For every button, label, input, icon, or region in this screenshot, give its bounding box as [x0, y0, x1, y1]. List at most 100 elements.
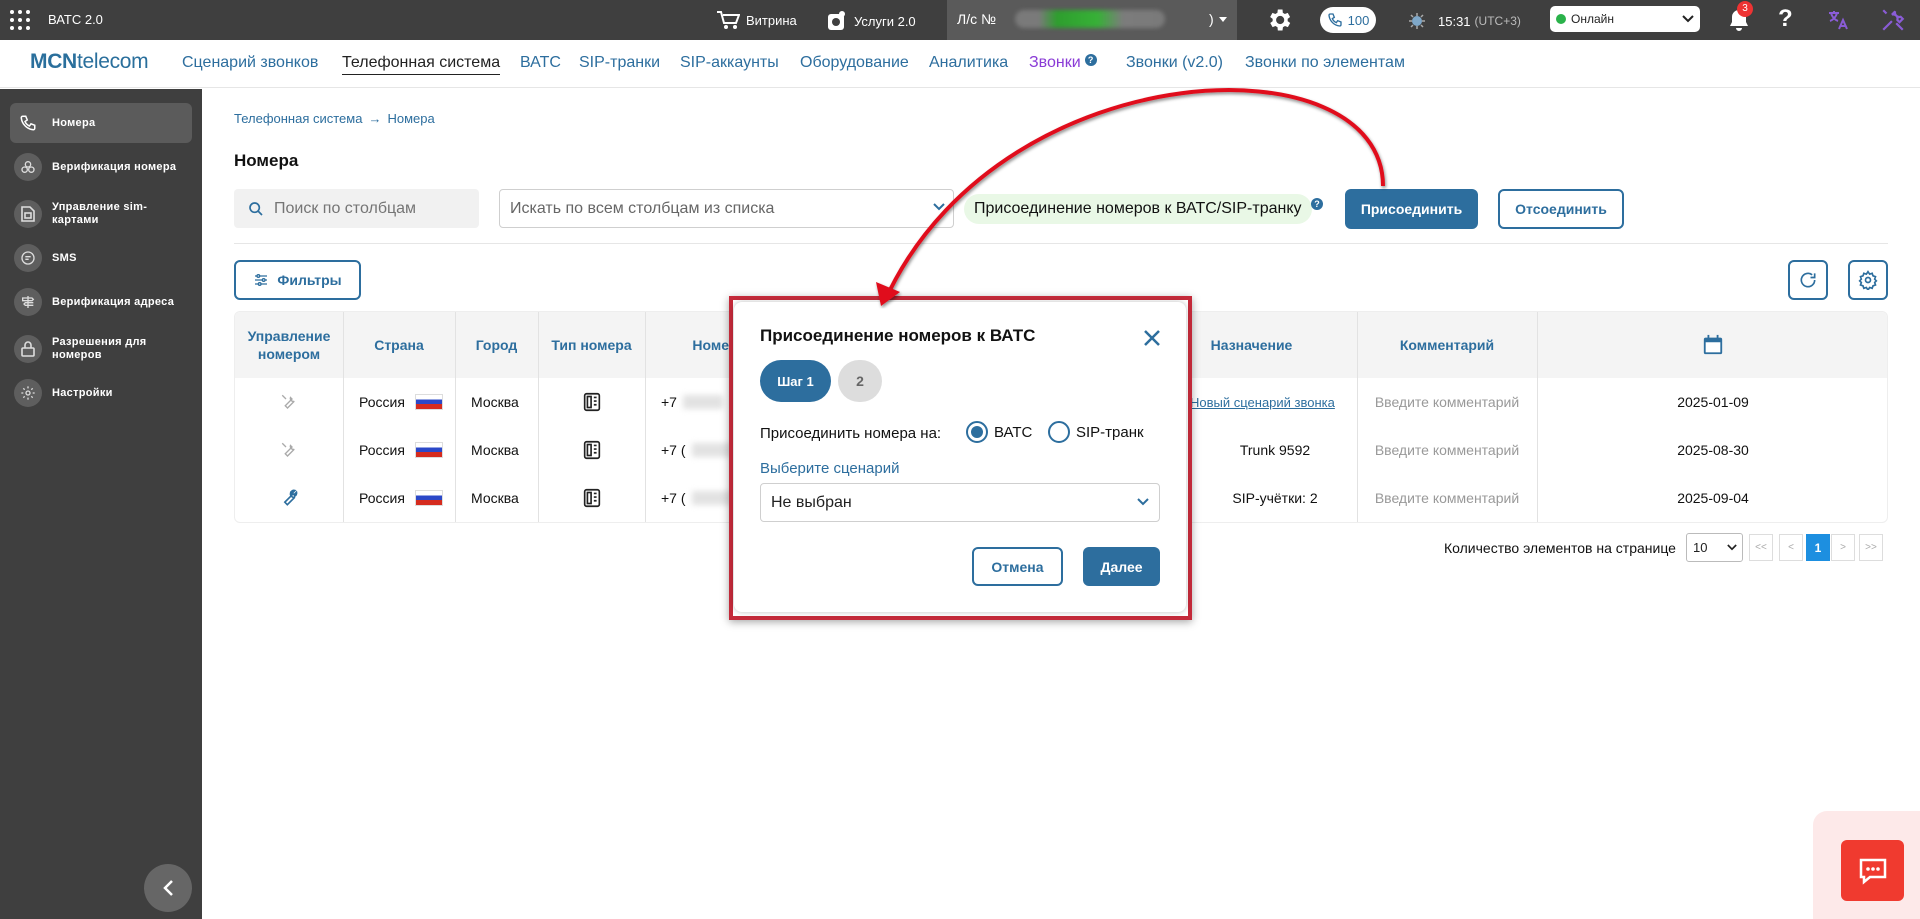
wrench-disabled-icon[interactable] — [235, 426, 343, 474]
services-icon — [826, 10, 848, 32]
city-cell: Москва — [471, 394, 519, 410]
filters-button[interactable]: Фильтры — [234, 260, 361, 300]
gear-icon — [14, 379, 42, 407]
number-cell: +7 ( — [661, 474, 732, 522]
current-page-button[interactable]: 1 — [1806, 534, 1830, 561]
sidebar-item-numbers[interactable]: Номера — [10, 103, 192, 143]
russia-flag-icon — [414, 442, 443, 458]
sidebar-item-label: Верификация номера — [52, 161, 177, 173]
join-button[interactable]: Присоединить — [1345, 189, 1478, 229]
number-cell: +7 ( — [661, 426, 732, 474]
search-icon — [248, 201, 264, 217]
chat-button[interactable] — [1841, 840, 1904, 901]
current-time: 15:31 — [1438, 13, 1471, 29]
close-icon[interactable] — [1140, 326, 1164, 350]
nav-sip-accounts[interactable]: SIP-аккаунты — [680, 54, 779, 72]
column-search-input[interactable] — [274, 199, 464, 218]
chevron-down-icon — [1682, 15, 1694, 23]
nav-equipment[interactable]: Оборудование — [800, 54, 909, 72]
prev-page-button[interactable]: < — [1779, 534, 1803, 561]
translate-icon[interactable] — [1826, 8, 1850, 32]
nav-calls[interactable]: Звонки? — [1029, 54, 1097, 72]
message-icon — [14, 244, 42, 272]
services-link[interactable]: Услуги 2.0 — [826, 10, 916, 32]
col-number-type[interactable]: Тип номера — [538, 312, 645, 378]
scenario-label: Выберите сценарий — [760, 460, 900, 477]
col-comment[interactable]: Комментарий — [1357, 312, 1537, 378]
active-calls-counter[interactable]: 100 — [1320, 7, 1376, 33]
page-size-value: 10 — [1693, 540, 1708, 555]
sidebar-item-number-verification[interactable]: Верификация номера — [10, 147, 192, 187]
sim-card-icon — [14, 200, 42, 228]
breadcrumb-phone-system[interactable]: Телефонная система — [234, 111, 362, 126]
radio-vats-label: ВАТС — [994, 423, 1033, 441]
mcn-logo[interactable]: MCNtelecom — [30, 50, 149, 74]
nav-phone-system[interactable]: Телефонная система — [342, 54, 501, 75]
table-settings-button[interactable] — [1848, 260, 1888, 300]
refresh-button[interactable] — [1788, 260, 1828, 300]
col-number-management[interactable]: Управление номером — [235, 312, 343, 378]
russia-flag-icon — [414, 394, 443, 410]
collapse-sidebar-button[interactable] — [144, 864, 192, 912]
notifications-badge: 3 — [1737, 1, 1753, 17]
clock: 15:31 (UTC+3) — [1408, 12, 1521, 30]
apps-grid-icon[interactable] — [8, 8, 32, 32]
breadcrumb-numbers[interactable]: Номера — [387, 111, 434, 126]
status-select[interactable]: Онлайн — [1550, 6, 1700, 32]
status-value: Онлайн — [1571, 12, 1614, 26]
sidebar-item-label: Верификация адреса — [52, 296, 175, 308]
search-all-placeholder: Искать по всем столбцам из списка — [510, 199, 775, 217]
page-size-select[interactable]: 10 — [1686, 533, 1743, 562]
account-selector[interactable]: Л/с № ) — [947, 0, 1237, 40]
nav-vats[interactable]: ВАТС — [520, 54, 561, 72]
nav-analytics[interactable]: Аналитика — [929, 54, 1008, 72]
top-bar: ВАТС 2.0 Витрина Услуги 2.0 Л/с № ) 100 … — [0, 0, 1920, 40]
col-city[interactable]: Город — [455, 312, 538, 378]
showcase-link[interactable]: Витрина — [716, 10, 797, 30]
lock-icon — [14, 335, 42, 363]
radio-vats[interactable]: ВАТС — [966, 421, 1032, 443]
chevron-down-icon — [933, 203, 945, 211]
country-cell: Россия — [359, 426, 443, 474]
search-all-columns-select[interactable]: Искать по всем столбцам из списка — [499, 189, 954, 228]
settings-gear-icon[interactable] — [1265, 6, 1293, 34]
sidebar-item-sms[interactable]: SMS — [10, 238, 192, 278]
next-button[interactable]: Далее — [1083, 547, 1160, 586]
help-icon[interactable]: ? — [1778, 5, 1793, 33]
comment-input[interactable]: Введите комментарий — [1357, 378, 1537, 426]
wrench-icon[interactable] — [235, 474, 343, 522]
nav-calls-v2[interactable]: Звонки (v2.0) — [1126, 54, 1223, 72]
detach-button[interactable]: Отсоединить — [1498, 189, 1624, 229]
wrench-disabled-icon[interactable] — [235, 378, 343, 426]
nav-call-scenario[interactable]: Сценарий звонков — [182, 54, 318, 72]
city-cell: Москва — [471, 490, 519, 506]
account-label: Л/с № — [957, 11, 996, 27]
help-question-icon[interactable]: ? — [1311, 198, 1323, 216]
timezone-globe-icon — [1408, 12, 1426, 30]
number-redacted — [682, 395, 723, 409]
column-search — [234, 189, 479, 228]
chevron-down-icon — [1137, 498, 1149, 506]
col-date[interactable] — [1537, 312, 1887, 378]
col-purpose[interactable]: Назначение — [1193, 312, 1310, 378]
sidebar-item-sim-management[interactable]: Управление sim-картами — [10, 191, 192, 237]
scenario-select[interactable]: Не выбран — [760, 483, 1160, 522]
sidebar-item-label: Разрешения для номеров — [52, 336, 147, 361]
sidebar-item-settings[interactable]: Настройки — [10, 373, 192, 413]
sidebar-item-address-verification[interactable]: Верификация адреса — [10, 282, 192, 322]
comment-input[interactable]: Введите комментарий — [1357, 426, 1537, 474]
next-page-button[interactable]: > — [1831, 534, 1855, 561]
col-country[interactable]: Страна — [343, 312, 455, 378]
cancel-button[interactable]: Отмена — [972, 547, 1063, 586]
radio-sip-trunk[interactable]: SIP-транк — [1048, 421, 1144, 443]
tools-icon[interactable] — [1880, 7, 1906, 33]
first-page-button[interactable]: << — [1749, 534, 1773, 561]
nav-sip-trunks[interactable]: SIP-транки — [579, 54, 660, 72]
timezone: (UTC+3) — [1474, 14, 1521, 28]
sidebar-item-number-permissions[interactable]: Разрешения для номеров — [10, 326, 192, 372]
comment-input[interactable]: Введите комментарий — [1357, 474, 1537, 522]
purpose-cell[interactable]: Новый сценарий звонка — [1190, 378, 1335, 426]
last-page-button[interactable]: >> — [1859, 534, 1883, 561]
nav-calls-by-elements[interactable]: Звонки по элементам — [1245, 54, 1405, 72]
purpose-cell: Trunk 9592 — [1239, 442, 1311, 458]
